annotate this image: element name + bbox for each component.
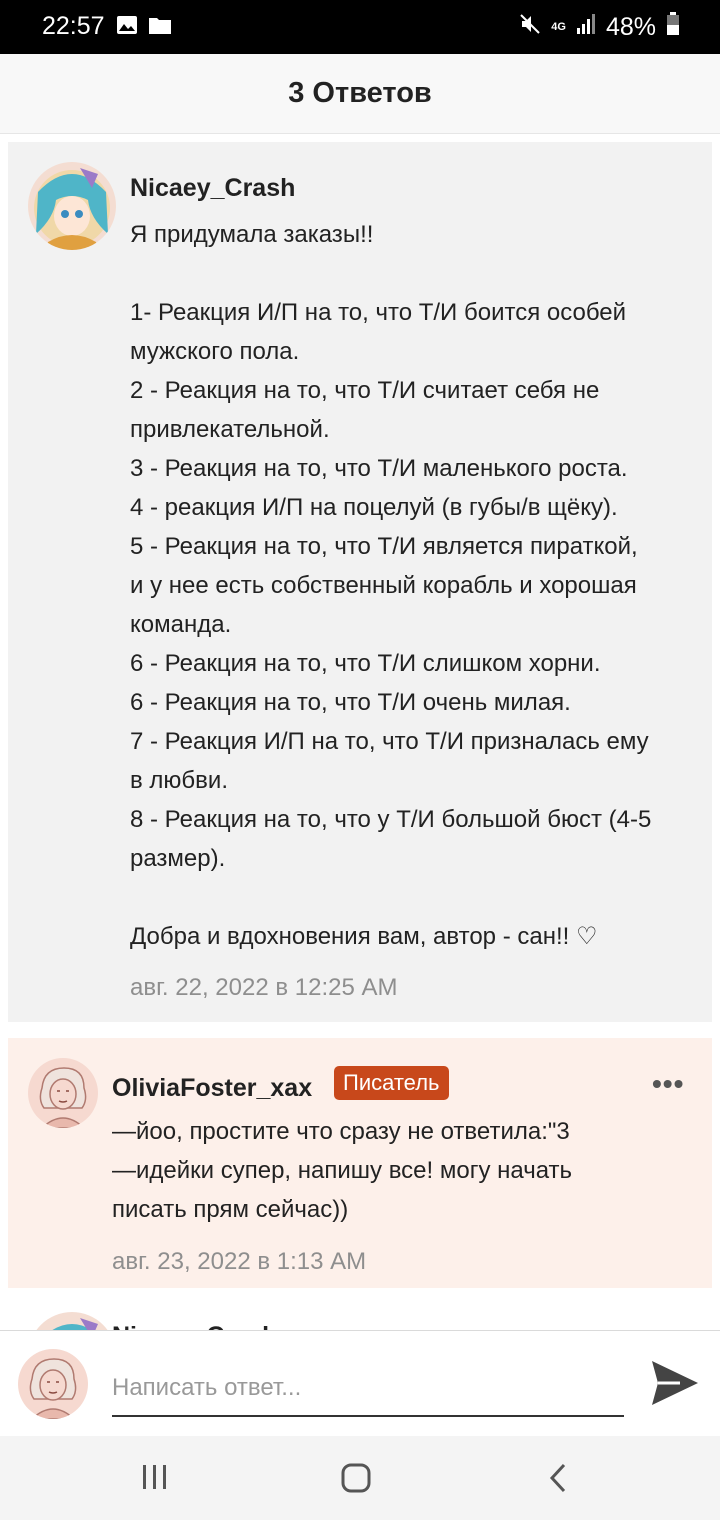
battery-icon xyxy=(666,12,680,43)
more-options-icon[interactable]: ••• xyxy=(652,1068,684,1100)
network-label: 4G xyxy=(551,21,566,33)
image-icon xyxy=(116,15,138,40)
comment-card-author[interactable]: OliviaFoster_xax Писатель ••• —йоо, прос… xyxy=(8,1038,712,1288)
replies-header: 3 Ответов xyxy=(0,54,720,134)
avatar[interactable] xyxy=(28,162,116,250)
comment-username[interactable]: OliviaFoster_xax xyxy=(112,1074,312,1103)
reply-compose-bar xyxy=(0,1330,720,1436)
comment-username[interactable]: Nicaey_Crash xyxy=(112,1322,277,1330)
send-icon[interactable] xyxy=(650,1359,700,1412)
back-icon[interactable] xyxy=(546,1462,570,1499)
comment-text: —йоо, простите что сразу не ответила:"3 … xyxy=(112,1118,573,1223)
comment-timestamp: авг. 23, 2022 в 1:13 AM xyxy=(112,1248,367,1275)
page-title: 3 Ответов xyxy=(288,77,432,109)
status-time: 22:57 xyxy=(42,12,105,40)
current-user-avatar xyxy=(18,1349,88,1419)
comment-card[interactable]: Nicaey_Crash xyxy=(8,1304,712,1330)
folder-icon xyxy=(148,15,172,40)
status-bar: 22:57 4G 48% xyxy=(0,0,720,54)
comment-card[interactable]: Nicaey_Crash Я придумала заказы!! 1- Реа… xyxy=(8,142,712,1022)
system-nav-bar xyxy=(0,1436,720,1520)
mute-icon xyxy=(519,13,541,42)
signal-icon xyxy=(576,13,596,42)
comment-text: Я придумала заказы!! 1- Реакция И/П на т… xyxy=(130,221,652,950)
reply-input[interactable] xyxy=(112,1361,624,1417)
writer-badge: Писатель xyxy=(334,1066,449,1100)
avatar[interactable] xyxy=(28,1312,116,1330)
avatar[interactable] xyxy=(28,1058,98,1128)
comments-list[interactable]: Nicaey_Crash Я придумала заказы!! 1- Реа… xyxy=(0,134,720,1330)
battery-level: 48% xyxy=(605,13,656,41)
home-icon[interactable] xyxy=(340,1462,372,1499)
recent-apps-icon[interactable] xyxy=(140,1462,170,1497)
comment-username[interactable]: Nicaey_Crash xyxy=(130,174,295,203)
comment-timestamp: авг. 22, 2022 в 12:25 AM xyxy=(130,974,398,1001)
